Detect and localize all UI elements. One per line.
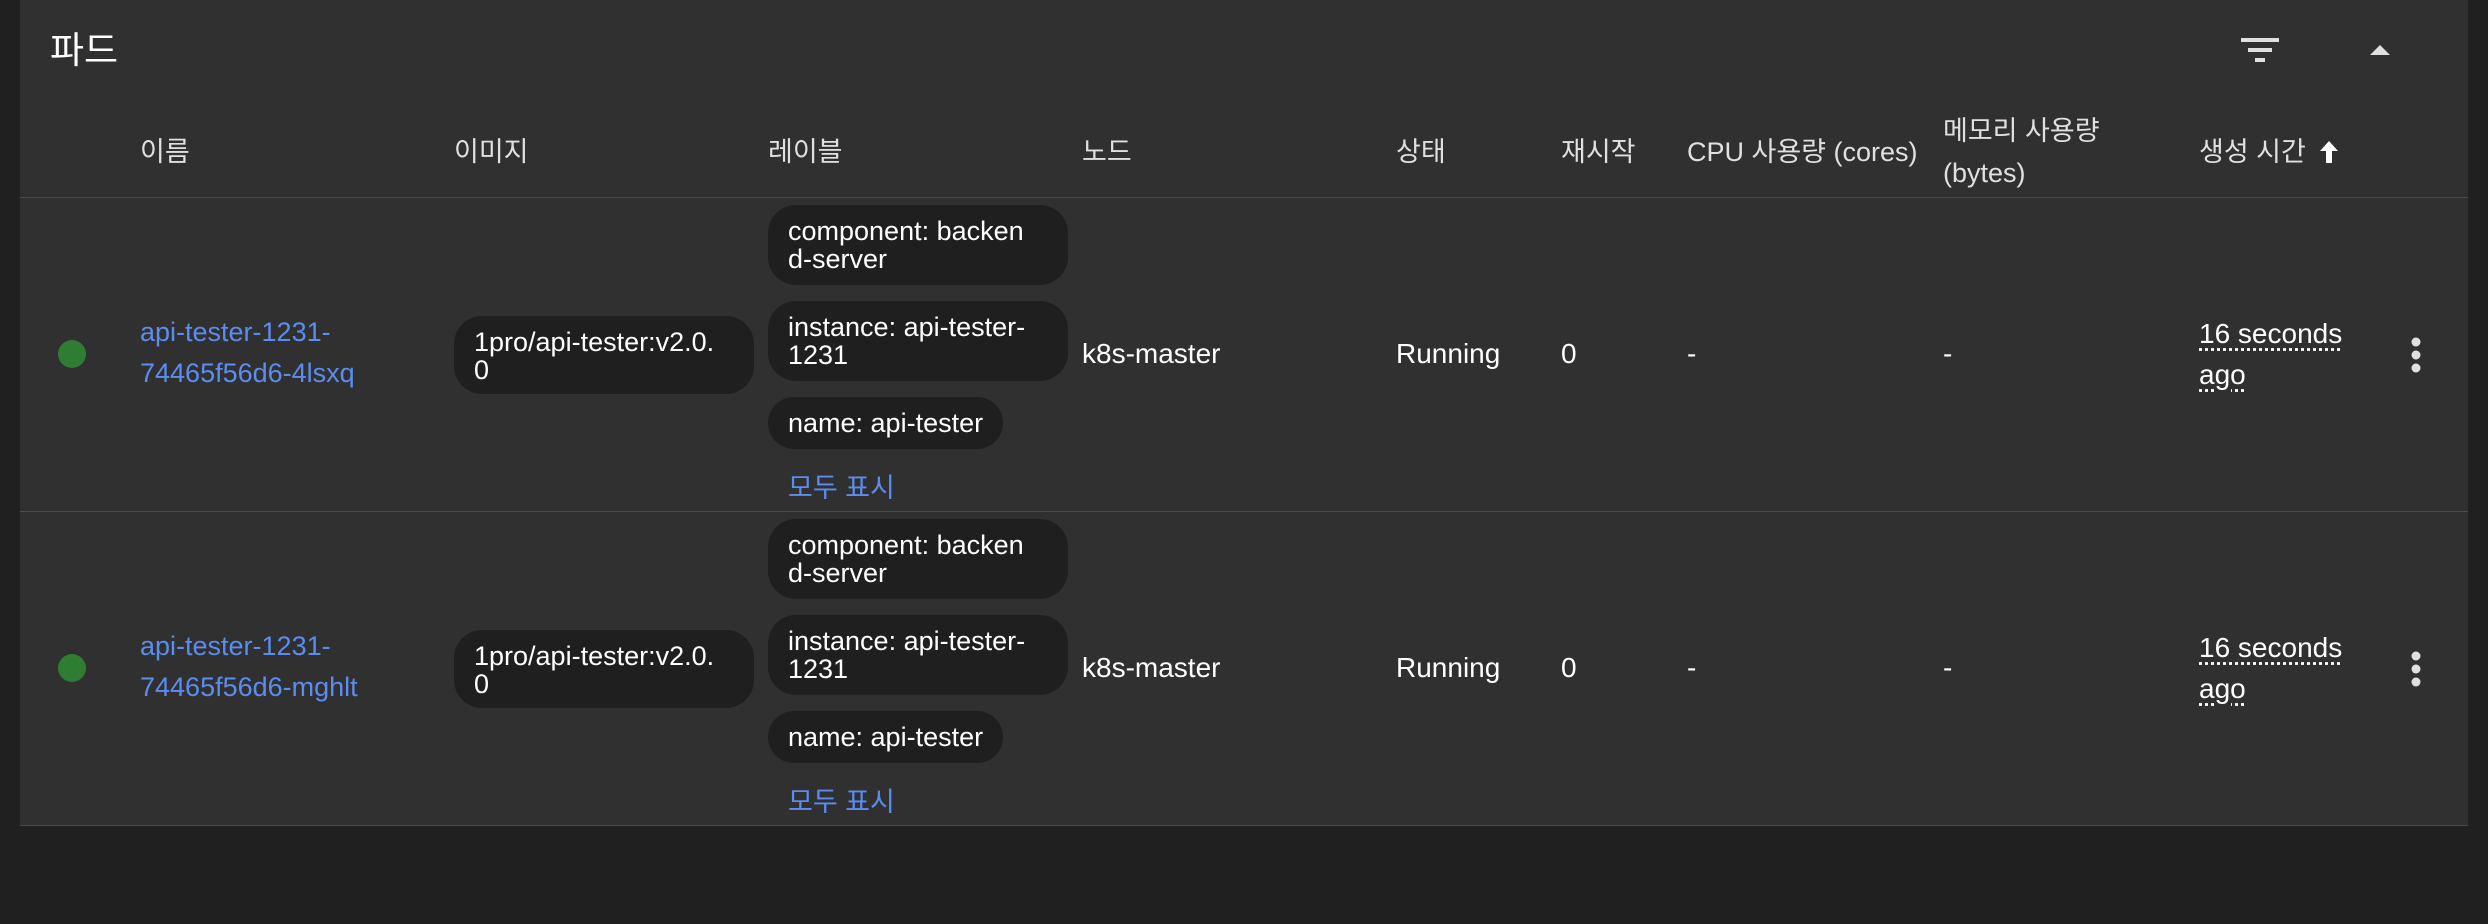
- created-age-line1: 16 seconds: [2199, 318, 2343, 349]
- row-menu-button[interactable]: [2396, 639, 2436, 699]
- label-chip: component: backen d-server: [768, 519, 1068, 599]
- table-bottom-divider: [20, 825, 2468, 826]
- col-header-memory-line2: (bytes): [1943, 158, 2026, 188]
- cpu-cell: -: [1687, 338, 1697, 369]
- restarts-cell: 0: [1561, 338, 1577, 369]
- show-all-labels-link[interactable]: 모두 표시: [788, 466, 895, 505]
- col-header-image: 이미지: [454, 137, 529, 167]
- label-chip-line1: name: api-tester: [788, 722, 984, 752]
- memory-cell: -: [1943, 338, 1953, 369]
- image-chip: 1pro/api-tester:v2.0. 0: [454, 630, 754, 708]
- label-chip-line1: component: backen: [788, 530, 1024, 560]
- col-header-memory[interactable]: 메모리 사용량 (bytes): [1943, 112, 2100, 192]
- col-header-created[interactable]: 생성 시간: [2199, 133, 2340, 171]
- created-age-line1: 16 seconds: [2199, 632, 2343, 663]
- status-cell: Running: [1396, 652, 1501, 683]
- row-divider: [20, 511, 2468, 512]
- col-header-node: 노드: [1082, 137, 1132, 167]
- label-chip-line2: d-server: [788, 244, 888, 274]
- image-chip-line1: 1pro/api-tester:v2.0.: [474, 327, 715, 357]
- label-chip: instance: api-tester- 1231: [768, 301, 1068, 381]
- image-chip-line2: 0: [474, 355, 490, 385]
- more-vert-icon: [2411, 651, 2421, 687]
- image-chip: 1pro/api-tester:v2.0. 0: [454, 316, 754, 394]
- restarts-cell: 0: [1561, 652, 1577, 683]
- label-chip-line2: 1231: [788, 340, 849, 370]
- pod-name-line1: api-tester-1231-: [140, 317, 331, 347]
- col-header-status: 상태: [1396, 137, 1446, 167]
- row-menu-button[interactable]: [2396, 325, 2436, 385]
- col-header-memory-line1: 메모리 사용량: [1943, 116, 2100, 146]
- header-divider: [20, 197, 2468, 198]
- arrow-upward-icon: [2319, 141, 2338, 163]
- pod-name-line2: 74465f56d6-4lsxq: [140, 358, 355, 388]
- label-chip: name: api-tester: [768, 711, 1004, 763]
- show-all-labels-link[interactable]: 모두 표시: [788, 780, 895, 819]
- col-header-cpu[interactable]: CPU 사용량 (cores): [1687, 133, 1918, 171]
- label-chip: name: api-tester: [768, 397, 1004, 449]
- label-chip-line1: component: backen: [788, 216, 1024, 246]
- col-header-labels: 레이블: [768, 137, 843, 167]
- page-title: 파드: [50, 30, 119, 71]
- label-chip: component: backen d-server: [768, 205, 1068, 285]
- col-header-created-label: 생성 시간: [2199, 137, 2306, 167]
- image-chip-line2: 0: [474, 669, 490, 699]
- col-header-name[interactable]: 이름: [140, 133, 190, 171]
- label-chip-line2: d-server: [788, 558, 888, 588]
- label-chip-line1: name: api-tester: [788, 408, 984, 438]
- pod-name-line1: api-tester-1231-: [140, 631, 331, 661]
- status-running-icon: [58, 654, 86, 682]
- node-cell: k8s-master: [1082, 652, 1221, 683]
- col-header-restarts[interactable]: 재시작: [1561, 133, 1636, 171]
- arrow-up-icon: [2370, 45, 2390, 55]
- created-age: 16 seconds ago: [2199, 313, 2342, 395]
- image-chip-line1: 1pro/api-tester:v2.0.: [474, 641, 715, 671]
- memory-cell: -: [1943, 652, 1953, 683]
- pod-name-link[interactable]: api-tester-1231- 74465f56d6-4lsxq: [140, 312, 355, 394]
- label-chip: instance: api-tester- 1231: [768, 615, 1068, 695]
- created-age: 16 seconds ago: [2199, 627, 2342, 709]
- node-cell: k8s-master: [1082, 338, 1221, 369]
- pods-card: 파드 이름 이미지 레이블 노드 상태 재시작 CPU 사용량 (cores) …: [20, 0, 2468, 826]
- status-running-icon: [58, 340, 86, 368]
- more-vert-icon: [2411, 337, 2421, 373]
- created-age-line2: ago: [2199, 673, 2246, 704]
- cpu-cell: -: [1687, 652, 1697, 683]
- pod-name-link[interactable]: api-tester-1231- 74465f56d6-mghlt: [140, 626, 358, 708]
- status-cell: Running: [1396, 338, 1501, 369]
- collapse-button[interactable]: [2350, 20, 2410, 80]
- label-chip-line1: instance: api-tester-: [788, 626, 1026, 656]
- filter-button[interactable]: [2230, 20, 2290, 80]
- label-chip-line2: 1231: [788, 654, 849, 684]
- filter-list-icon: [2241, 38, 2279, 62]
- label-chip-line1: instance: api-tester-: [788, 312, 1026, 342]
- created-age-line2: ago: [2199, 359, 2246, 390]
- pod-name-line2: 74465f56d6-mghlt: [140, 672, 358, 702]
